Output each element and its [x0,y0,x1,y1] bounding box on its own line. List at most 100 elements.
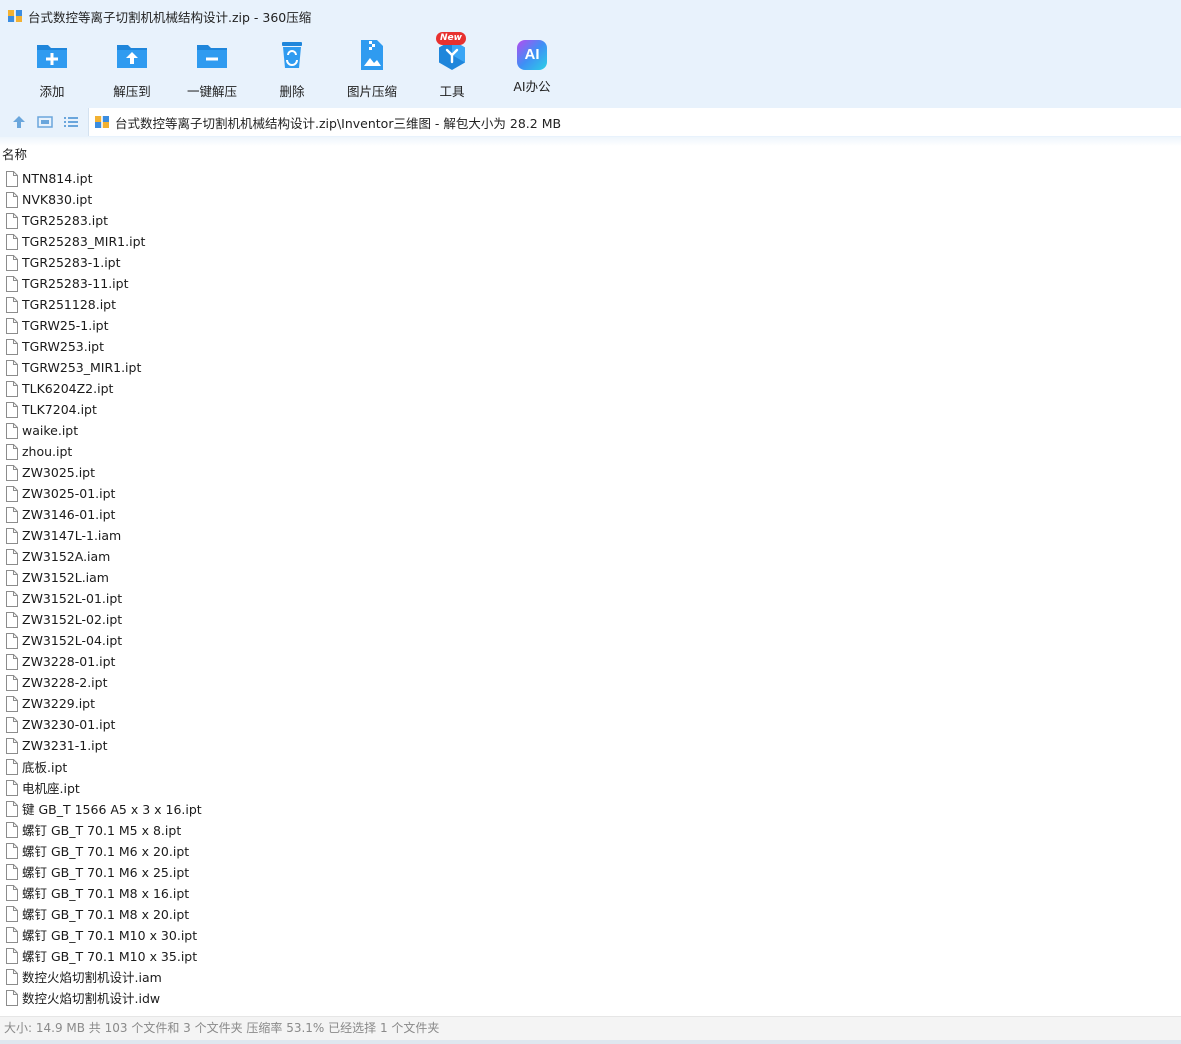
toolbar: 添加 解压到 一键解压 删除 图片压缩 New 工具 AI AI办公 [0,32,1181,107]
file-name: TGRW25-1.ipt [22,318,109,333]
file-icon [6,401,18,418]
ai-office-button[interactable]: AI AI办公 [492,38,572,100]
file-icon [6,254,18,271]
file-icon [6,506,18,523]
file-row[interactable]: TGR25283-11.ipt [0,273,1181,294]
file-row[interactable]: ZW3230-01.ipt [0,714,1181,735]
ai-office-label: AI办公 [513,79,551,94]
file-name: 螺钉 GB_T 70.1 M10 x 30.ipt [22,928,198,943]
file-name: 数控火焰切割机设计.idw [22,991,161,1006]
file-row[interactable]: ZW3152A.iam [0,546,1181,567]
file-name: ZW3229.ipt [22,696,96,711]
file-row[interactable]: 螺钉 GB_T 70.1 M5 x 8.ipt [0,819,1181,840]
file-row[interactable]: TGRW25-1.ipt [0,315,1181,336]
file-row[interactable]: NVK830.ipt [0,189,1181,210]
file-name: ZW3152A.iam [22,549,111,564]
file-icon [6,905,18,922]
add-button[interactable]: 添加 [12,38,92,100]
file-name: ZW3228-01.ipt [22,654,116,669]
file-icon [6,800,18,817]
file-icon [6,359,18,376]
file-icon [6,380,18,397]
file-row[interactable]: 数控火焰切割机设计.idw [0,987,1181,1008]
file-row[interactable]: zhou.ipt [0,441,1181,462]
list-view-icon[interactable] [62,113,80,131]
file-row[interactable]: ZW3025-01.ipt [0,483,1181,504]
file-name: 电机座.ipt [22,781,80,796]
file-row[interactable]: ZW3146-01.ipt [0,504,1181,525]
file-row[interactable]: TGRW253.ipt [0,336,1181,357]
file-row[interactable]: 螺钉 GB_T 70.1 M8 x 16.ipt [0,882,1181,903]
file-row[interactable]: ZW3228-2.ipt [0,672,1181,693]
file-row[interactable]: waike.ipt [0,420,1181,441]
file-row[interactable]: 键 GB_T 1566 A5 x 3 x 16.ipt [0,798,1181,819]
delete-button[interactable]: 删除 [252,38,332,100]
file-row[interactable]: 电机座.ipt [0,777,1181,798]
one-click-extract-button[interactable]: 一键解压 [172,38,252,100]
file-row[interactable]: ZW3152L.iam [0,567,1181,588]
file-icon [6,527,18,544]
window-title: 台式数控等离子切割机机械结构设计.zip - 360压缩 [28,9,312,25]
file-row[interactable]: 螺钉 GB_T 70.1 M10 x 30.ipt [0,924,1181,945]
file-row[interactable]: NTN814.ipt [0,168,1181,189]
file-name: ZW3152L-02.ipt [22,612,123,627]
tools-button[interactable]: New 工具 [412,32,492,100]
zip-file-icon [95,116,109,128]
add-label: 添加 [39,84,65,99]
file-row[interactable]: TLK7204.ipt [0,399,1181,420]
file-icon [6,422,18,439]
file-row[interactable]: TLK6204Z2.ipt [0,378,1181,399]
file-name: 螺钉 GB_T 70.1 M6 x 25.ipt [22,865,190,880]
file-row[interactable]: 螺钉 GB_T 70.1 M10 x 35.ipt [0,945,1181,966]
file-name: ZW3152L-04.ipt [22,633,123,648]
file-row[interactable]: ZW3228-01.ipt [0,651,1181,672]
up-arrow-icon[interactable] [10,113,28,131]
file-row[interactable]: 底板.ipt [0,756,1181,777]
file-row[interactable]: ZW3152L-01.ipt [0,588,1181,609]
ai-office-icon: AI [517,40,547,70]
thumbnail-view-icon[interactable] [36,113,54,131]
file-row[interactable]: ZW3231-1.ipt [0,735,1181,756]
file-row[interactable]: TGR25283.ipt [0,210,1181,231]
file-icon [6,653,18,670]
file-row[interactable]: ZW3152L-02.ipt [0,609,1181,630]
file-name: TGR25283-11.ipt [22,276,129,291]
file-row[interactable]: TGRW253_MIR1.ipt [0,357,1181,378]
column-header-name[interactable]: 名称 [0,146,1181,164]
file-row[interactable]: 螺钉 GB_T 70.1 M6 x 20.ipt [0,840,1181,861]
file-row[interactable]: 数控火焰切割机设计.iam [0,966,1181,987]
file-row[interactable]: ZW3147L-1.iam [0,525,1181,546]
image-compress-button[interactable]: 图片压缩 [332,38,412,100]
file-row[interactable]: ZW3152L-04.ipt [0,630,1181,651]
file-icon [6,632,18,649]
file-icon [6,884,18,901]
file-name: TGRW253_MIR1.ipt [22,360,142,375]
file-icon [6,233,18,250]
extract-to-icon [117,45,147,68]
file-row[interactable]: 螺钉 GB_T 70.1 M6 x 25.ipt [0,861,1181,882]
file-icon [6,716,18,733]
recycle-bin-icon [282,42,302,68]
file-row[interactable]: TGR251128.ipt [0,294,1181,315]
address-field[interactable]: 台式数控等离子切割机机械结构设计.zip\Inventor三维图 - 解包大小为… [88,108,1181,136]
file-row[interactable]: 螺钉 GB_T 70.1 M8 x 20.ipt [0,903,1181,924]
add-folder-icon [37,45,67,68]
file-name: ZW3025.ipt [22,465,96,480]
extract-to-button[interactable]: 解压到 [92,38,172,100]
file-icon [6,674,18,691]
file-name: TGR251128.ipt [22,297,117,312]
image-compress-icon [361,40,383,70]
file-icon [6,191,18,208]
file-name: ZW3025-01.ipt [22,486,116,501]
file-name: TLK6204Z2.ipt [22,381,114,396]
address-path: 台式数控等离子切割机机械结构设计.zip\Inventor三维图 - 解包大小为… [115,115,562,131]
header-divider [0,137,1181,146]
file-row[interactable]: TGR25283_MIR1.ipt [0,231,1181,252]
one-click-extract-icon [197,45,227,68]
image-compress-label: 图片压缩 [346,84,397,99]
file-row[interactable]: TGR25283-1.ipt [0,252,1181,273]
file-row[interactable]: ZW3229.ipt [0,693,1181,714]
file-name: NVK830.ipt [22,192,93,207]
file-row[interactable]: ZW3025.ipt [0,462,1181,483]
file-name: TGR25283_MIR1.ipt [22,234,146,249]
